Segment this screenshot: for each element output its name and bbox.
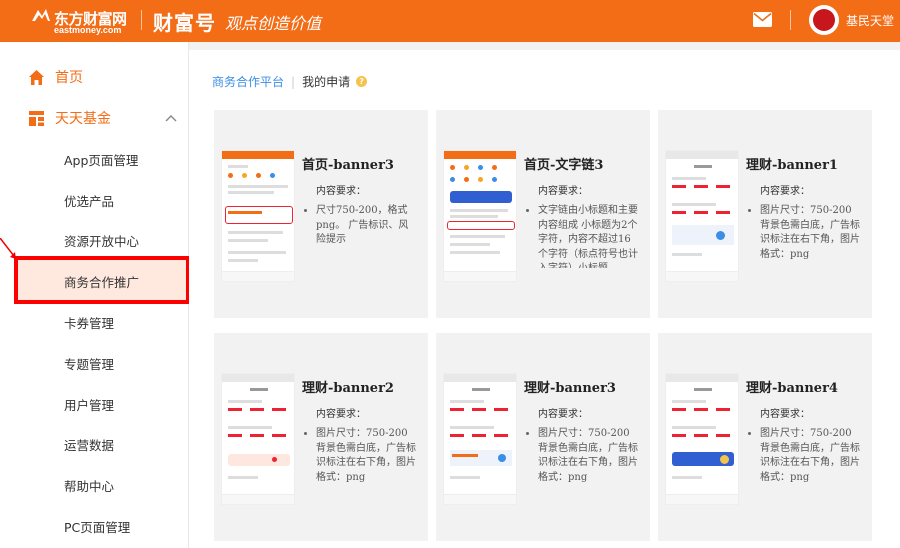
chevron-up-icon[interactable] [165,114,177,122]
sidebar-item-stats[interactable]: 运营数据 [64,435,114,454]
sidebar-item-resources[interactable]: 资源开放中心 [64,231,139,250]
card-req-label: 内容要求： [760,186,810,197]
preview-thumbnail [443,150,517,282]
card-title: 首页-文字链3 [524,158,604,173]
sidebar-item-home[interactable]: 首页 [28,67,83,87]
grid-icon [29,110,44,126]
preview-thumbnail [443,373,517,505]
card-title: 首页-banner3 [302,158,394,173]
breadcrumb: 商务合作平台 | 我的申请 ? [212,73,368,90]
bullet [748,209,751,212]
card-title: 理财-banner1 [746,158,838,173]
breadcrumb-separator: | [291,74,296,89]
card-title: 理财-banner3 [524,381,616,396]
ad-slot-card[interactable]: 理财-banner1 内容要求： 图片尺寸：750-200 背景色需白底，广告标… [658,110,872,318]
bullet [526,432,529,435]
card-req-label: 内容要求： [760,409,810,420]
card-desc: 图片尺寸：750-200 背景色需白底，广告标识标注在右下角，图片格式：png [538,428,638,483]
sidebar-item-featured[interactable]: 优选产品 [64,191,114,210]
slogan: 观点创造价值 [225,14,322,33]
sidebar-section-label: 天天基金 [55,111,111,127]
sidebar-item-app-page[interactable]: App页面管理 [64,150,138,169]
card-desc: 文字链由小标题和主要内容组成 小标题为2个字符，内容不超过16个字符（标点符号也… [538,205,638,268]
preview-thumbnail [665,373,739,505]
bullet [304,432,307,435]
bullet [748,432,751,435]
main-content: 商务合作平台 | 我的申请 ? 首页-banner3 内容要求： 尺寸750-2… [189,50,900,548]
card-req-label: 内容要求： [538,409,588,420]
bullet [304,209,307,212]
sidebar-item-pc-page[interactable]: PC页面管理 [64,517,130,536]
brand-title: 财富号 [153,11,216,35]
ad-slot-card[interactable]: 理财-banner3 内容要求： 图片尺寸：750-200 背景色需白底，广告标… [436,333,650,541]
card-title: 理财-banner4 [746,381,838,396]
sidebar-item-topics[interactable]: 专题管理 [64,354,114,373]
sidebar: 首页 天天基金 App页面管理 优选产品 资源开放中心 商务合作推广 卡券管理 … [0,42,190,548]
logo-text-en: eastmoney.com [54,25,122,35]
preview-thumbnail [221,150,295,282]
preview-thumbnail [221,373,295,505]
card-desc: 图片尺寸：750-200 背景色需白底，广告标识标注在右下角，图片格式：png [760,428,860,483]
card-desc: 图片尺寸：750-200 背景色需白底，广告标识标注在右下角，图片格式：png [316,428,416,483]
breadcrumb-root[interactable]: 商务合作平台 [212,73,284,90]
card-desc: 图片尺寸：750-200 背景色需白底，广告标识标注在右下角，图片格式：png [760,205,860,260]
bullet [526,209,529,212]
sidebar-item-help[interactable]: 帮助中心 [64,476,114,495]
ad-slot-card[interactable]: 首页-banner3 内容要求： 尺寸750-200，格式png。 广告标识、风… [214,110,428,318]
card-req-label: 内容要求： [316,409,366,420]
home-icon [29,69,44,85]
eastmoney-logo-icon [32,9,50,21]
sidebar-item-coupons[interactable]: 卡券管理 [64,313,114,332]
card-req-label: 内容要求： [538,186,588,197]
top-header: 东方财富网 eastmoney.com 财富号 观点创造价值 基民天堂 [0,0,900,42]
avatar-badge-icon [813,9,835,31]
card-title: 理财-banner2 [302,381,394,396]
header-divider [141,10,142,30]
header-divider-2 [790,10,791,30]
ad-slot-card[interactable]: 首页-文字链3 内容要求： 文字链由小标题和主要内容组成 小标题为2个字符，内容… [436,110,650,318]
sidebar-item-business[interactable]: 商务合作推广 [64,272,139,291]
ad-slot-card[interactable]: 理财-banner4 内容要求： 图片尺寸：750-200 背景色需白底，广告标… [658,333,872,541]
sidebar-item-label: 首页 [55,70,83,86]
breadcrumb-current: 我的申请 [302,75,351,89]
avatar[interactable] [809,5,839,35]
preview-thumbnail [665,150,739,282]
sidebar-item-users[interactable]: 用户管理 [64,395,114,414]
mail-icon[interactable] [753,12,772,27]
help-icon[interactable]: ? [356,76,368,87]
card-desc: 尺寸750-200，格式png。 广告标识、风险提示 [316,205,409,245]
ad-slot-card[interactable]: 理财-banner2 内容要求： 图片尺寸：750-200 背景色需白底，广告标… [214,333,428,541]
username[interactable]: 基民天堂 [846,12,894,29]
red-arrow-icon [0,238,16,259]
card-req-label: 内容要求： [316,186,366,197]
sidebar-section-tiantian[interactable]: 天天基金 [28,108,111,128]
eastmoney-logo[interactable]: 东方财富网 eastmoney.com [30,6,130,36]
